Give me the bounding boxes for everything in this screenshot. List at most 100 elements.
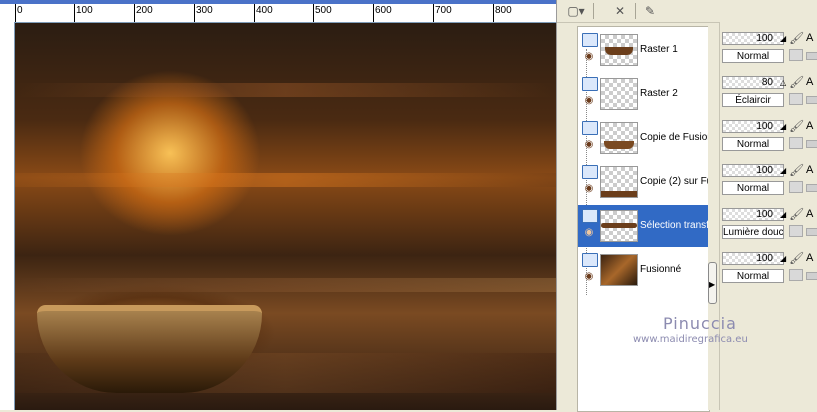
opacity-field[interactable]: 100: [722, 32, 784, 45]
a-label: A: [806, 208, 814, 220]
delete-layer-icon[interactable]: ✕: [611, 2, 629, 19]
lock-icon[interactable]: [789, 93, 803, 105]
ruler-highlight-bar: [0, 0, 556, 4]
image-canvas-area[interactable]: 0 100 200 300 400 500 600 700 800 ​: [0, 0, 556, 410]
raster-layer-icon: [582, 209, 598, 223]
eye-visibility-icon[interactable]: ◉: [582, 184, 596, 194]
lock-icon[interactable]: [789, 225, 803, 237]
image-preview[interactable]: ​: [15, 23, 556, 410]
thumbnail-content: [605, 47, 633, 55]
new-layer-dropdown-icon[interactable]: ▢▾: [567, 2, 585, 19]
ruler-tick: [194, 4, 195, 22]
link-icon[interactable]: [806, 96, 817, 104]
opacity-slider-icon[interactable]: ◢: [780, 122, 786, 131]
a-label: A: [806, 120, 814, 132]
layers-palette: ▢▾ ✕ ✎ ◉ Raster 1 ◉ Raster 2 ◉ Copie de …: [556, 0, 817, 412]
ruler-label: 600: [375, 5, 392, 16]
lock-icon[interactable]: [789, 137, 803, 149]
layer-name: Copie de Fusion: [640, 132, 710, 143]
image-streak: [15, 83, 556, 97]
layer-list[interactable]: ◉ Raster 1 ◉ Raster 2 ◉ Copie de Fusion …: [577, 26, 710, 412]
link-icon[interactable]: [806, 228, 817, 236]
ruler-tick: [433, 4, 434, 22]
ruler-tick: [313, 4, 314, 22]
opacity-field[interactable]: 100: [722, 164, 784, 177]
blend-mode-select[interactable]: Normal: [722, 137, 784, 151]
layer-row-fusionne[interactable]: ◉ Fusionné: [578, 249, 709, 291]
edit-layer-icon[interactable]: ✎: [641, 2, 659, 19]
scroll-right-arrow-icon[interactable]: ▶: [709, 280, 715, 289]
brush-icon[interactable]: 🖌: [789, 119, 804, 133]
a-label: A: [806, 164, 814, 176]
opacity-field[interactable]: 100: [722, 120, 784, 133]
lock-icon[interactable]: [789, 269, 803, 281]
watermark-name: Pinuccia: [663, 314, 737, 333]
ruler-label: 100: [76, 5, 93, 16]
layer-props-selection-transfo: 100 ◢ Lumière douce 🖌 A: [720, 202, 817, 244]
layer-list-scrollbar[interactable]: [708, 26, 717, 410]
ruler-tick: [15, 4, 16, 22]
image-streak: [15, 173, 556, 187]
brush-icon[interactable]: 🖌: [789, 207, 804, 221]
opacity-field[interactable]: 80: [722, 76, 784, 89]
ruler-label: 500: [315, 5, 332, 16]
link-icon[interactable]: [806, 184, 817, 192]
image-streak: [15, 278, 556, 292]
link-icon[interactable]: [806, 52, 817, 60]
layer-props-copie-de-fusion: 100 ◢ Normal 🖌 A: [720, 114, 817, 156]
layer-thumbnail: [600, 122, 638, 154]
raster-layer-icon: [582, 165, 598, 179]
blend-mode-select[interactable]: Lumière douce: [722, 225, 784, 239]
eye-visibility-icon[interactable]: ◉: [582, 52, 596, 62]
opacity-slider-icon[interactable]: ◢: [780, 34, 786, 43]
layer-name: Copie (2) sur Fu: [640, 176, 710, 187]
layer-name: Raster 1: [640, 44, 678, 55]
brush-icon[interactable]: 🖌: [789, 75, 804, 89]
layer-props-raster-2: 80 △ Éclaircir 🖌 A: [720, 70, 817, 112]
blend-mode-select[interactable]: Normal: [722, 269, 784, 283]
brush-icon[interactable]: 🖌: [789, 31, 804, 45]
opacity-slider-icon[interactable]: △: [780, 78, 786, 87]
link-icon[interactable]: [806, 140, 817, 148]
thumbnail-content: [601, 191, 637, 197]
eye-visibility-icon[interactable]: ◉: [582, 228, 596, 238]
blend-mode-select[interactable]: Normal: [722, 181, 784, 195]
layer-props-copie-2: 100 ◢ Normal 🖌 A: [720, 158, 817, 200]
lock-icon[interactable]: [789, 181, 803, 193]
raster-layer-icon: [582, 77, 598, 91]
brush-icon[interactable]: 🖌: [789, 163, 804, 177]
opacity-field[interactable]: 100: [722, 208, 784, 221]
layer-props-fusionne: 100 ◢ Normal 🖌 A: [720, 246, 817, 288]
layer-thumbnail: [600, 210, 638, 242]
a-label: A: [806, 32, 814, 44]
watermark-url: www.maidiregrafica.eu: [633, 334, 748, 345]
layer-row-copie-de-fusion[interactable]: ◉ Copie de Fusion: [578, 117, 710, 159]
layer-properties-column: 100 ◢ Normal 🖌 A 80 △ Éclaircir 🖌 A 100 …: [719, 22, 817, 410]
layer-name: Raster 2: [640, 88, 678, 99]
layer-thumbnail: [600, 166, 638, 198]
layer-row-raster-1[interactable]: ◉ Raster 1: [578, 29, 709, 71]
eye-visibility-icon[interactable]: ◉: [582, 140, 596, 150]
eye-visibility-icon[interactable]: ◉: [582, 272, 596, 282]
layer-row-raster-2[interactable]: ◉ Raster 2: [578, 73, 709, 115]
layer-name: Fusionné: [640, 264, 682, 275]
link-icon[interactable]: [806, 272, 817, 280]
brush-icon[interactable]: 🖌: [789, 251, 804, 265]
opacity-field[interactable]: 100: [722, 252, 784, 265]
eye-visibility-icon[interactable]: ◉: [582, 96, 596, 106]
toolbar-separator: [635, 3, 636, 19]
layer-row-copie-2-sur-fu[interactable]: ◉ Copie (2) sur Fu: [578, 161, 710, 203]
horizontal-ruler: 0 100 200 300 400 500 600 700 800: [0, 0, 556, 23]
lock-icon[interactable]: [789, 49, 803, 61]
opacity-slider-icon[interactable]: ◢: [780, 210, 786, 219]
ruler-label: 400: [256, 5, 273, 16]
layer-row-selection-transfo[interactable]: ◉ Sélection transfo: [578, 205, 710, 247]
ruler-tick: [134, 4, 135, 22]
blend-mode-select[interactable]: Éclaircir: [722, 93, 784, 107]
blend-mode-select[interactable]: Normal: [722, 49, 784, 63]
layer-thumbnail: [600, 78, 638, 110]
ruler-label: 300: [196, 5, 213, 16]
opacity-slider-icon[interactable]: ◢: [780, 166, 786, 175]
ruler-label: 700: [435, 5, 452, 16]
opacity-slider-icon[interactable]: ◢: [780, 254, 786, 263]
